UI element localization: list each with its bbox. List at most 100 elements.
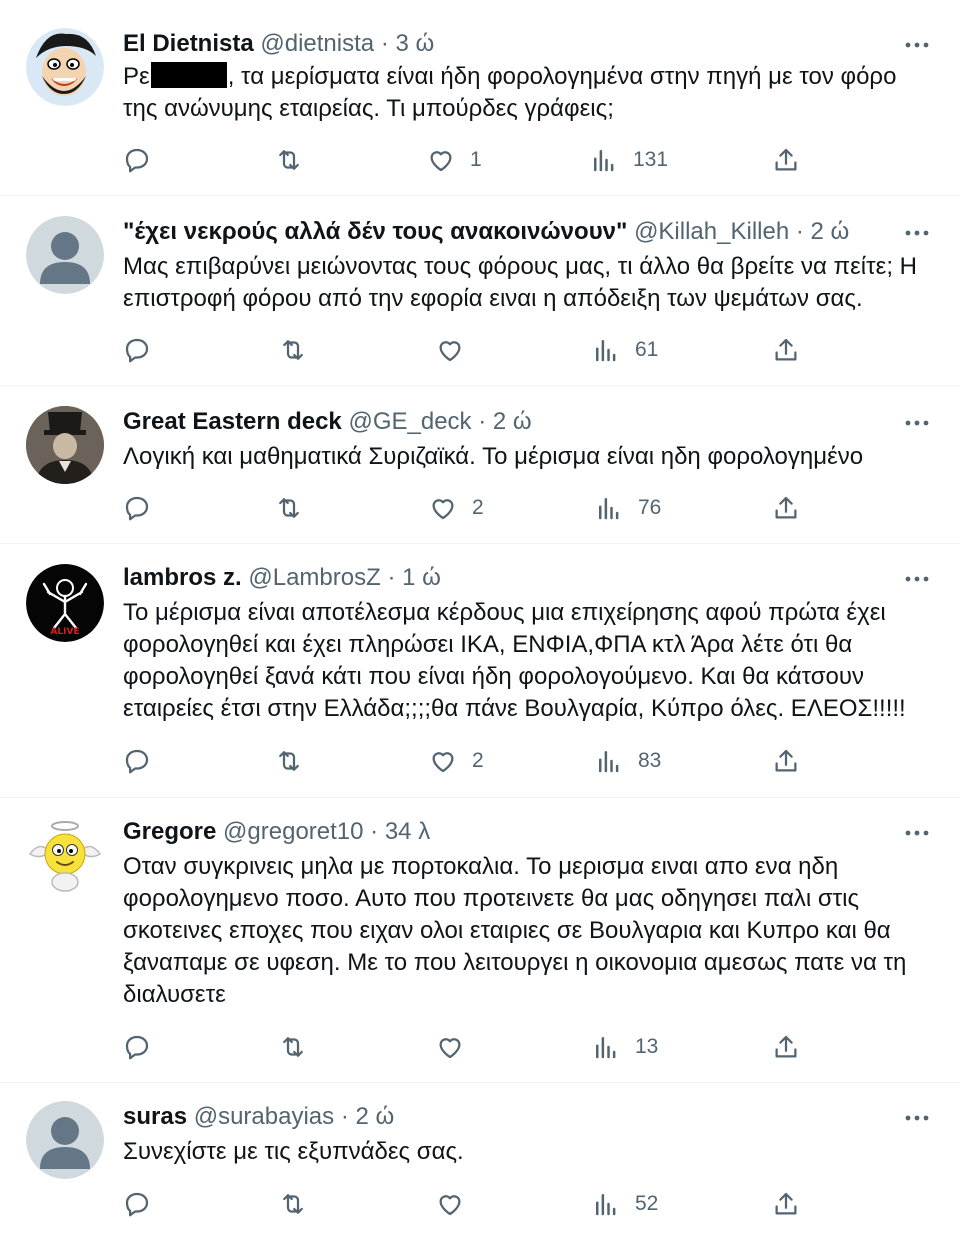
reply-icon <box>125 1192 149 1217</box>
retweet-button[interactable] <box>278 1030 308 1064</box>
like-count: 2 <box>472 496 484 519</box>
timestamp[interactable]: · 34 λ <box>370 818 430 845</box>
share-button[interactable] <box>771 491 801 525</box>
share-button[interactable] <box>771 143 801 177</box>
avatar[interactable] <box>26 28 104 106</box>
like-button[interactable] <box>435 1030 479 1064</box>
handle[interactable]: @LambrosZ <box>248 564 380 591</box>
more-icon[interactable] <box>902 30 932 60</box>
like-icon <box>430 151 452 172</box>
display-name[interactable]: lambros z. <box>123 564 242 591</box>
retweet-icon <box>279 498 299 518</box>
retweet-button[interactable] <box>278 1187 308 1221</box>
share-button[interactable] <box>771 744 801 778</box>
display-name[interactable]: "έχει νεκρούς αλλά δέν τους ανακοινώνουν… <box>123 218 627 245</box>
share-button[interactable] <box>771 1187 801 1221</box>
more-icon[interactable] <box>902 218 932 248</box>
like-count: 1 <box>470 148 482 171</box>
tweet-text: Ρε, τα μερίσματα είναι ήδη φορολογημένα … <box>123 61 933 125</box>
action-bar: 13 <box>0 1030 960 1064</box>
share-icon <box>775 1035 797 1058</box>
display-name[interactable]: El Dietnista <box>123 30 254 57</box>
like-button[interactable]: 1 <box>426 143 482 177</box>
tweet[interactable]: Great Eastern deck @GE_deck · 2 ώ Λογική… <box>0 386 960 544</box>
like-icon <box>439 1038 461 1059</box>
retweet-button[interactable] <box>274 491 304 525</box>
more-icon[interactable] <box>902 1103 932 1133</box>
retweet-button[interactable] <box>274 744 304 778</box>
avatar[interactable]: ALIVE <box>26 564 104 642</box>
timestamp[interactable]: · 2 ώ <box>341 1103 394 1130</box>
like-icon <box>432 499 454 520</box>
handle[interactable]: @Killah_Killeh <box>634 218 789 245</box>
like-button[interactable]: 2 <box>428 744 484 778</box>
views-icon <box>596 340 616 362</box>
timestamp[interactable]: · 2 ώ <box>796 218 849 245</box>
handle[interactable]: @gregoret10 <box>223 818 363 845</box>
tweet[interactable]: suras @surabayias · 2 ώ Συνεχίστε με τις… <box>0 1083 960 1235</box>
reply-button[interactable] <box>122 744 152 778</box>
timestamp[interactable]: · 2 ώ <box>478 408 531 435</box>
retweet-icon <box>279 150 299 170</box>
tweet-feed: El Dietnista @dietnista · 3 ώ Ρε, τα μερ… <box>0 0 960 1235</box>
view-count: 61 <box>635 338 659 361</box>
display-name[interactable]: suras <box>123 1103 187 1130</box>
views-button[interactable]: 52 <box>591 1187 658 1221</box>
reply-icon <box>125 1035 149 1060</box>
views-button[interactable]: 76 <box>594 491 661 525</box>
views-button[interactable]: 61 <box>591 333 658 367</box>
more-icon[interactable] <box>902 818 932 848</box>
share-button[interactable] <box>771 333 801 367</box>
view-count: 52 <box>635 1192 659 1215</box>
tweet-text-rest: , τα μερίσματα είναι ήδη φορολογημένα στ… <box>123 63 897 122</box>
reply-button[interactable] <box>122 1030 152 1064</box>
like-icon <box>439 341 461 362</box>
share-icon <box>775 749 797 772</box>
reply-button[interactable] <box>122 491 152 525</box>
display-name[interactable]: Gregore <box>123 818 216 845</box>
retweet-button[interactable] <box>274 143 304 177</box>
reply-icon <box>125 338 149 363</box>
reply-button[interactable] <box>122 1187 152 1221</box>
avatar[interactable] <box>26 818 104 896</box>
more-icon[interactable] <box>902 408 932 438</box>
share-button[interactable] <box>771 1030 801 1064</box>
tweet-text: Συνεχίστε με τις εξυπνάδες σας. <box>123 1138 464 1165</box>
views-button[interactable]: 83 <box>594 744 661 778</box>
retweet-icon <box>279 751 299 771</box>
timestamp[interactable]: · 3 ώ <box>381 30 434 57</box>
action-bar: 52 <box>0 1187 960 1221</box>
handle[interactable]: @GE_deck <box>348 408 471 435</box>
reply-button[interactable] <box>122 333 152 367</box>
avatar[interactable] <box>26 406 104 484</box>
handle[interactable]: @dietnista <box>260 30 374 57</box>
handle[interactable]: @surabayias <box>194 1103 334 1130</box>
views-icon <box>594 150 614 172</box>
view-count: 131 <box>633 148 669 171</box>
timestamp[interactable]: · 1 ώ <box>387 564 440 591</box>
like-button[interactable] <box>435 333 479 367</box>
tweet[interactable]: ALIVE lambros z. @LambrosZ · 1 ώ Το μέρι… <box>0 544 960 798</box>
more-icon[interactable] <box>902 564 932 594</box>
share-icon <box>775 148 797 171</box>
views-icon <box>596 1194 616 1216</box>
like-icon <box>439 1195 461 1216</box>
reply-button[interactable] <box>122 143 152 177</box>
tweet-text: Μας επιβαρύνει μειώνοντας τους φόρους μα… <box>123 253 917 312</box>
views-button[interactable]: 13 <box>591 1030 658 1064</box>
tweet[interactable]: "έχει νεκρούς αλλά δέν τους ανακοινώνουν… <box>0 196 960 386</box>
tweet-text: Λογική και μαθηματικά Συριζαϊκά. Το μέρι… <box>123 443 864 470</box>
display-name[interactable]: Great Eastern deck <box>123 408 342 435</box>
redaction-box <box>150 62 227 88</box>
views-button[interactable]: 131 <box>589 143 668 177</box>
tweet-header: Great Eastern deck @GE_deck · 2 ώ <box>123 406 532 438</box>
tweet[interactable]: El Dietnista @dietnista · 3 ώ Ρε, τα μερ… <box>0 8 960 196</box>
like-button[interactable]: 2 <box>428 491 484 525</box>
tweet-header: El Dietnista @dietnista · 3 ώ <box>123 28 434 60</box>
avatar[interactable] <box>26 1101 104 1179</box>
like-button[interactable] <box>435 1187 479 1221</box>
retweet-button[interactable] <box>278 333 308 367</box>
view-count: 76 <box>638 496 662 519</box>
avatar[interactable] <box>26 216 104 294</box>
tweet[interactable]: Gregore @gregoret10 · 34 λ Οταν συγκρινε… <box>0 798 960 1083</box>
